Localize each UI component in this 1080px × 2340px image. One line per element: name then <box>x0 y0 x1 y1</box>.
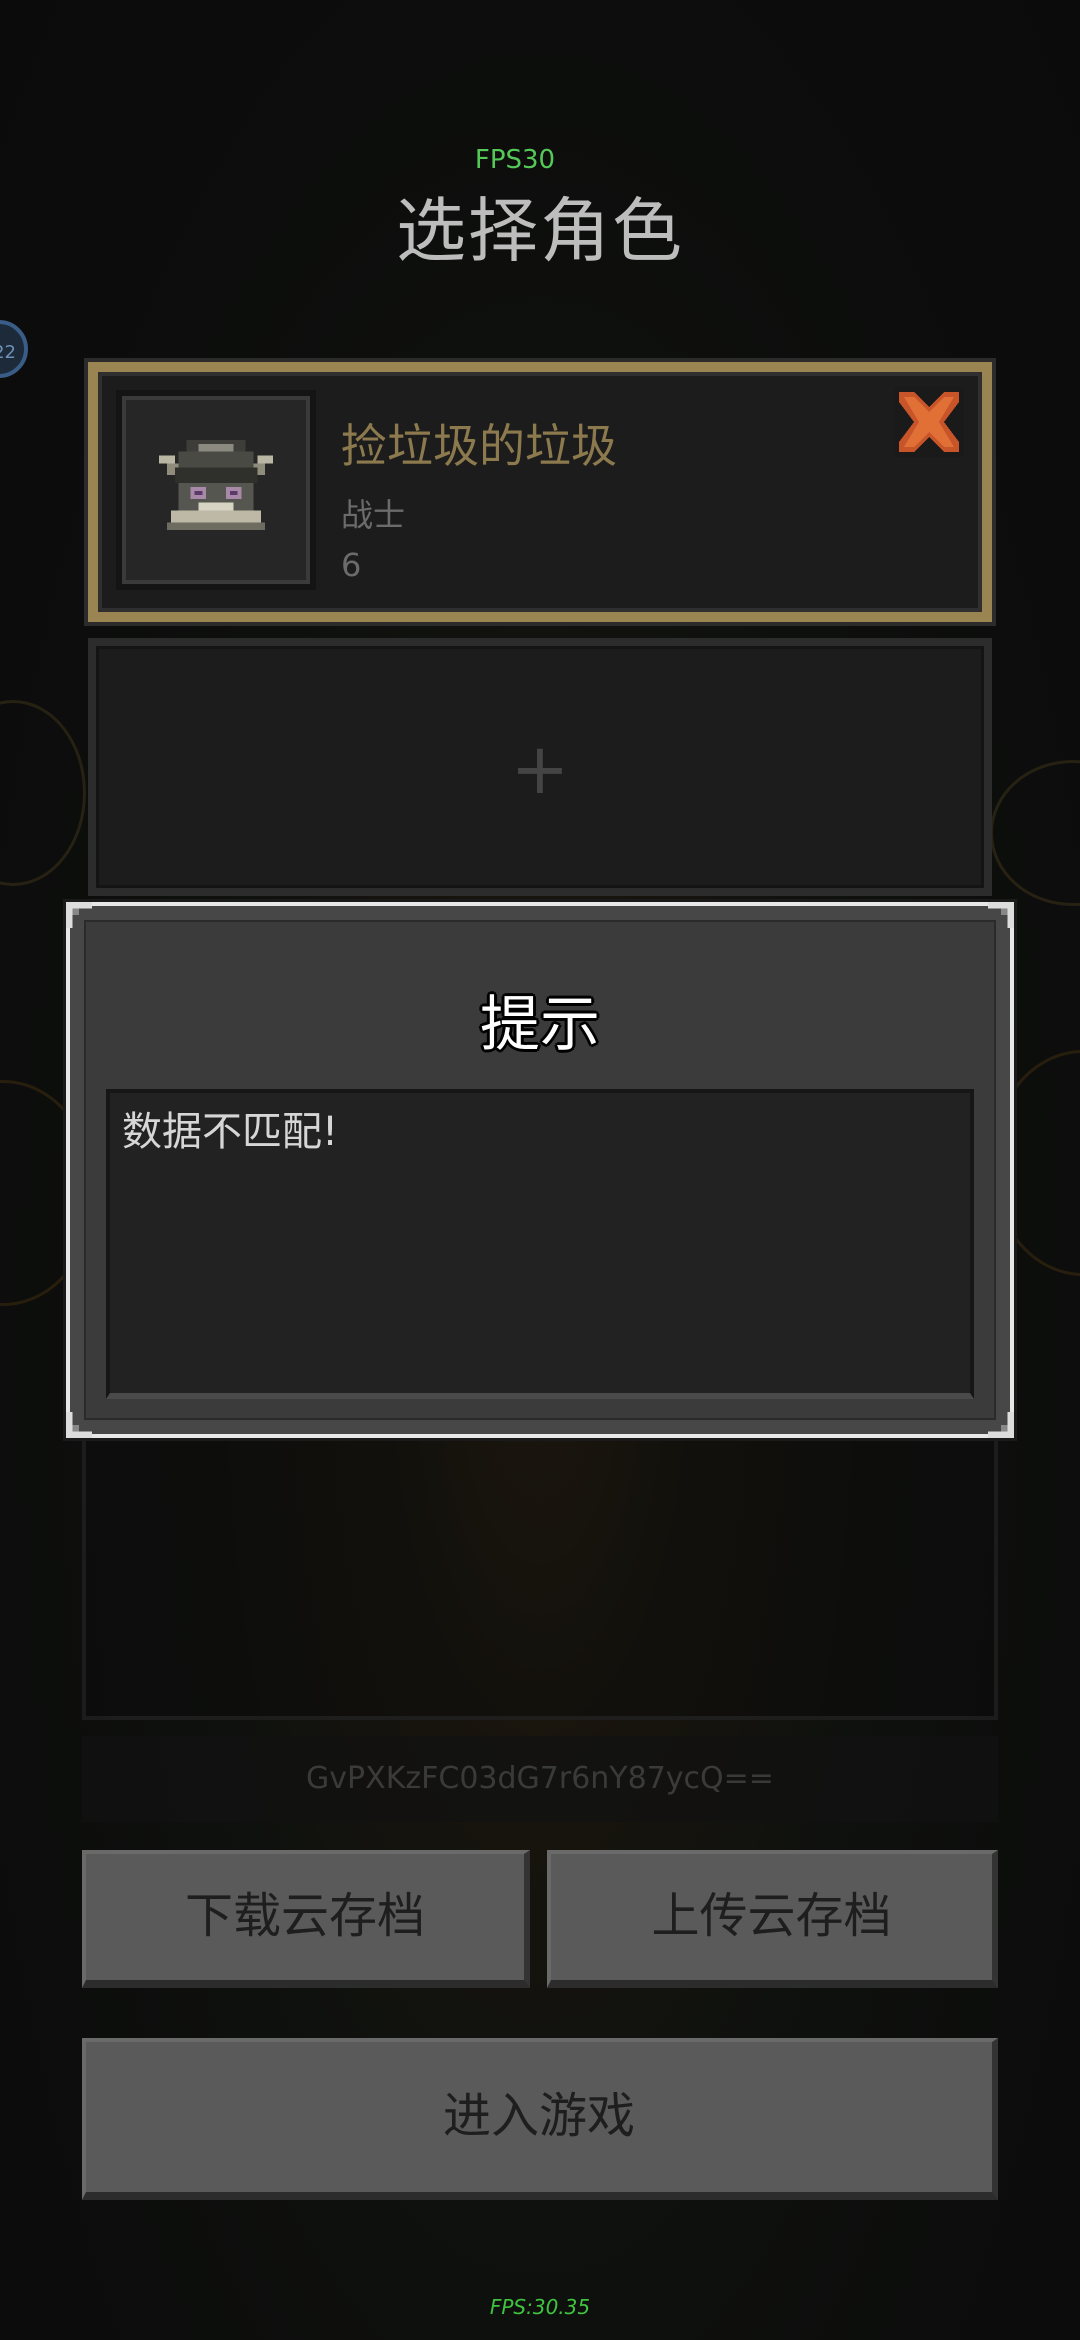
character-slot-2-empty[interactable]: + <box>88 638 992 896</box>
helmet-icon <box>159 439 273 531</box>
page-title: 选择角色 <box>396 190 684 272</box>
close-icon <box>894 387 964 457</box>
dialog-title: 提示 <box>480 990 600 1060</box>
character-portrait <box>116 390 316 590</box>
character-class: 战士 <box>341 496 406 534</box>
dialog-message: 数据不匹配! <box>122 1109 339 1155</box>
dialog-message-box: 数据不匹配! <box>106 1089 974 1399</box>
level-badge[interactable]: 22 <box>0 320 28 378</box>
character-slot-1[interactable]: 捡垃圾的垃圾 战士 6 <box>88 362 992 622</box>
plus-icon: + <box>510 728 570 810</box>
alert-dialog[interactable]: 提示 数据不匹配! <box>66 902 1014 1438</box>
corner-ornament <box>66 902 92 928</box>
corner-ornament <box>66 1412 92 1438</box>
background-ornament <box>990 760 1080 906</box>
character-name: 捡垃圾的垃圾 <box>341 419 617 473</box>
character-level: 6 <box>341 546 362 584</box>
corner-ornament <box>988 902 1014 928</box>
save-token: GvPXKzFC03dG7r6nY87ycQ== <box>82 1736 998 1822</box>
corner-ornament <box>988 1412 1014 1438</box>
fps-readout: FPS:30.35 <box>489 2295 591 2319</box>
enter-game-button[interactable]: 进入游戏 <box>82 2038 998 2200</box>
character-slot-3[interactable] <box>82 1435 998 1720</box>
fps-counter: FPS30 <box>474 145 556 175</box>
upload-cloud-save-button[interactable]: 上传云存档 <box>547 1850 998 1988</box>
delete-character-button[interactable] <box>894 387 964 457</box>
download-cloud-save-button[interactable]: 下载云存档 <box>82 1850 530 1988</box>
character-select-screen: FPS30 选择角色 22 捡垃圾 <box>0 0 1080 2340</box>
background-ornament <box>0 700 86 886</box>
